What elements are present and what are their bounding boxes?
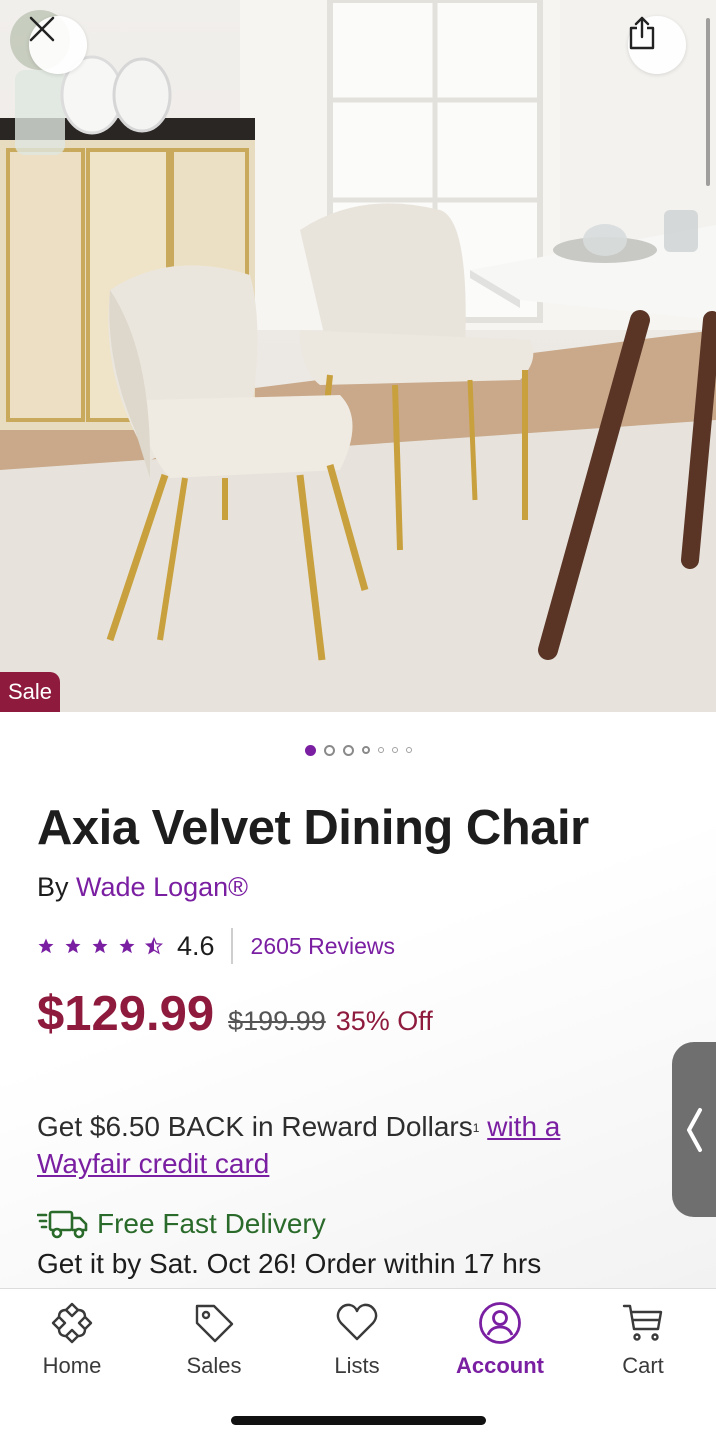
reviews-link[interactable]: 2605 Reviews — [251, 933, 395, 960]
star-rating — [37, 937, 163, 955]
nav-label-account: Account — [456, 1353, 544, 1378]
nav-item-home[interactable]: Home — [7, 1301, 137, 1379]
reward-text: Get $6.50 BACK in Reward Dollars — [37, 1111, 473, 1142]
credit-card-link[interactable]: with a — [487, 1111, 560, 1142]
share-button[interactable] — [628, 16, 686, 74]
by-label: By — [37, 872, 69, 902]
pager-dot[interactable] — [405, 747, 412, 753]
sale-badge: Sale — [0, 672, 61, 712]
brand-link[interactable]: Wade Logan® — [76, 872, 248, 902]
nav-item-cart[interactable]: Cart — [578, 1301, 708, 1379]
discount-label: 35% Off — [335, 1006, 433, 1036]
sale-price: $129.99 — [37, 987, 215, 1041]
reward-dollars-promo: Get $6.50 BACK in Reward Dollars1 with a… — [37, 1108, 637, 1182]
nav-item-lists[interactable]: Lists — [292, 1301, 422, 1379]
nav-item-sales[interactable]: Sales — [149, 1301, 279, 1379]
pager-dot[interactable] — [391, 747, 398, 753]
star-half-icon — [145, 937, 163, 955]
home-indicator[interactable] — [231, 1416, 486, 1425]
fast-delivery-truck-icon — [37, 1210, 88, 1239]
original-price: $199.99 — [228, 1006, 326, 1036]
brand-byline: By Wade Logan® — [37, 872, 248, 903]
nav-label-sales: Sales — [186, 1353, 242, 1378]
share-icon — [629, 16, 655, 50]
pager-dot[interactable] — [377, 747, 384, 753]
delivery-date-text: Get it by Sat. Oct 26! Order within 17 h… — [37, 1248, 542, 1279]
rating-row[interactable]: 4.6 2605 Reviews — [37, 928, 395, 964]
tag-icon — [195, 1304, 234, 1343]
pager-dot[interactable] — [323, 744, 335, 756]
nav-label-lists: Lists — [334, 1353, 380, 1378]
product-image-carousel[interactable]: Sale — [0, 0, 716, 712]
chevron-left-icon — [687, 1107, 702, 1152]
credit-card-link-line2[interactable]: Wayfair credit card — [37, 1148, 269, 1179]
rating-divider — [230, 928, 233, 964]
pager-dot[interactable] — [361, 746, 370, 754]
rating-value: 4.6 — [177, 930, 215, 961]
delivery-row: Free Fast Delivery — [37, 1208, 326, 1240]
product-details: Axia Velvet Dining Chair By Wade Logan® … — [0, 760, 716, 1288]
star-full-icon — [119, 938, 135, 954]
side-drawer-tab[interactable] — [672, 1042, 716, 1217]
star-full-icon — [38, 938, 54, 954]
image-pager[interactable] — [0, 742, 716, 758]
nav-label-home: Home — [42, 1353, 102, 1378]
reward-footnote: 1 — [472, 1121, 480, 1135]
pager-dot-active[interactable] — [304, 744, 316, 756]
delivery-label: Free Fast Delivery — [97, 1208, 326, 1239]
star-full-icon — [65, 938, 81, 954]
pager-dot[interactable] — [342, 744, 354, 756]
product-photo — [0, 0, 716, 712]
cart-icon — [622, 1304, 663, 1341]
nav-item-account[interactable]: Account — [435, 1301, 565, 1379]
price-row: $129.99 $199.99 35% Off — [37, 986, 433, 1042]
nav-label-cart: Cart — [622, 1353, 664, 1378]
product-title: Axia Velvet Dining Chair — [37, 801, 589, 855]
star-full-icon — [92, 938, 108, 954]
heart-icon — [336, 1303, 378, 1341]
account-icon — [479, 1302, 521, 1344]
close-icon — [29, 16, 55, 42]
home-icon — [51, 1302, 93, 1344]
close-button[interactable] — [29, 16, 87, 74]
scrollbar-thumb[interactable] — [706, 18, 710, 186]
